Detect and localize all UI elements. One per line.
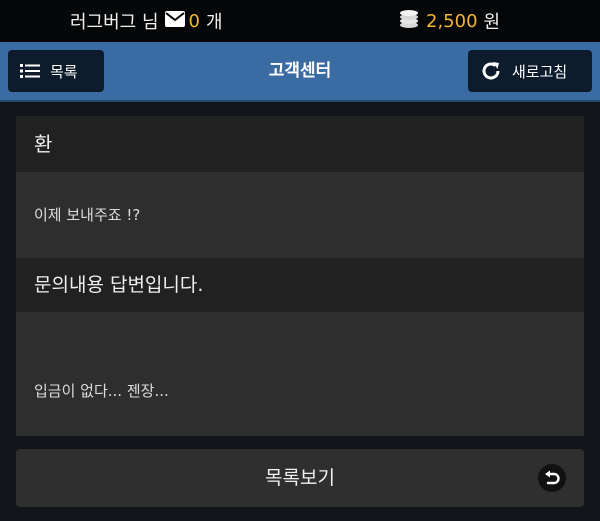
page-header: 고객센터 목록 새로고침 <box>0 42 600 102</box>
inquiry-title: 환 <box>16 116 584 172</box>
money-info: 2,500 원 <box>398 0 500 42</box>
coins-icon <box>398 9 420 34</box>
back-to-list-button[interactable]: 목록보기 <box>16 449 584 507</box>
user-info: 러그버그 님 0 개 <box>70 0 223 42</box>
message-unit: 개 <box>205 12 223 33</box>
back-to-list-label: 목록보기 <box>265 467 335 489</box>
refresh-button[interactable]: 새로고침 <box>468 50 592 92</box>
envelope-icon[interactable] <box>164 10 185 32</box>
money-unit: 원 <box>483 12 501 33</box>
user-name: 러그버그 님 <box>70 12 159 33</box>
message-count[interactable]: 0 <box>189 11 200 32</box>
answer-title: 문의내용 답변입니다. <box>16 258 584 312</box>
undo-icon <box>538 464 566 492</box>
list-button-label: 목록 <box>50 62 78 81</box>
list-icon <box>20 63 40 79</box>
list-button[interactable]: 목록 <box>8 50 104 92</box>
refresh-button-label: 새로고침 <box>512 62 568 81</box>
refresh-icon <box>480 60 502 82</box>
top-status-bar: 러그버그 님 0 개 2,500 원 <box>0 0 600 42</box>
inquiry-body: 이제 보내주죠 !? <box>16 172 584 258</box>
inquiry-detail: 환 이제 보내주죠 !? 문의내용 답변입니다. 입금이 없다... 젠장... <box>16 116 584 436</box>
money-amount: 2,500 <box>426 10 478 32</box>
answer-body: 입금이 없다... 젠장... <box>16 312 584 436</box>
